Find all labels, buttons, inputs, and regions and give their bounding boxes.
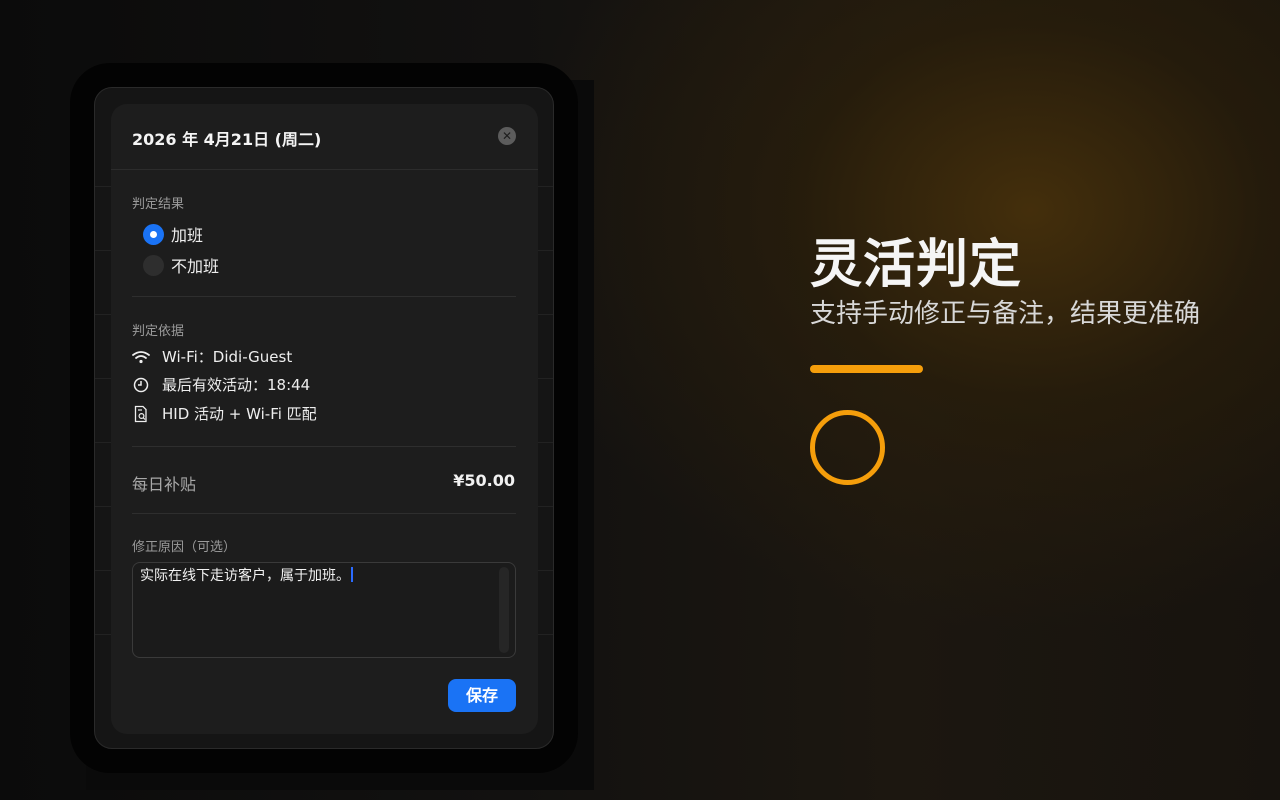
radio-unselected-icon[interactable] [143, 254, 164, 276]
hero-title: 灵活判定 [810, 235, 1023, 295]
app-screen: 2026 年 4月21日 (周二) ✕ 判定结果 加班 不加班 判定依据 Wi-… [94, 87, 554, 749]
close-button[interactable]: ✕ [498, 127, 516, 145]
basis-item-match: HID 活动 + Wi-Fi 匹配 [132, 403, 317, 424]
radio-label: 加班 [171, 226, 204, 245]
basis-text: 最后有效活动：18:44 [162, 376, 311, 394]
reason-textarea[interactable]: 实际在线下走访客户，属于加班。 [132, 562, 516, 658]
document-search-icon [132, 405, 150, 423]
textarea-scrollbar[interactable] [499, 567, 509, 653]
radio-option-overtime[interactable]: 加班 [143, 222, 203, 246]
reason-section-label: 修正原因（可选） [132, 540, 237, 555]
reason-text[interactable]: 实际在线下走访客户，属于加班。 [140, 565, 353, 585]
day-detail-sheet: 2026 年 4月21日 (周二) ✕ 判定结果 加班 不加班 判定依据 Wi-… [111, 104, 538, 734]
basis-item-activity: 最后有效活动：18:44 [132, 374, 310, 395]
accent-bar [810, 365, 923, 373]
subsidy-value: ¥50.00 [453, 471, 515, 490]
basis-text: Wi-Fi：Didi-Guest [162, 348, 293, 366]
text-caret [351, 567, 353, 582]
accent-ring [810, 410, 885, 485]
close-icon: ✕ [501, 129, 513, 143]
basis-text: HID 活动 + Wi-Fi 匹配 [162, 405, 317, 423]
section-divider [132, 513, 516, 514]
clock-icon [132, 376, 150, 394]
save-button[interactable]: 保存 [448, 679, 516, 712]
radio-label: 不加班 [171, 257, 220, 276]
hero-subtitle: 支持手动修正与备注，结果更准确 [810, 299, 1201, 329]
sheet-title: 2026 年 4月21日 (周二) [132, 130, 322, 149]
radio-option-no-overtime[interactable]: 不加班 [143, 253, 219, 277]
basis-item-wifi: Wi-Fi：Didi-Guest [132, 346, 292, 367]
sheet-header: 2026 年 4月21日 (周二) ✕ [111, 104, 538, 170]
result-section-label: 判定结果 [132, 197, 185, 212]
section-divider [132, 446, 516, 447]
basis-section-label: 判定依据 [132, 324, 185, 339]
section-divider [132, 296, 516, 297]
tablet-device: 2026 年 4月21日 (周二) ✕ 判定结果 加班 不加班 判定依据 Wi-… [70, 63, 578, 773]
reason-value: 实际在线下走访客户，属于加班。 [140, 568, 350, 584]
wifi-icon [132, 348, 150, 366]
radio-selected-icon[interactable] [143, 223, 164, 245]
subsidy-label: 每日补贴 [132, 475, 197, 494]
